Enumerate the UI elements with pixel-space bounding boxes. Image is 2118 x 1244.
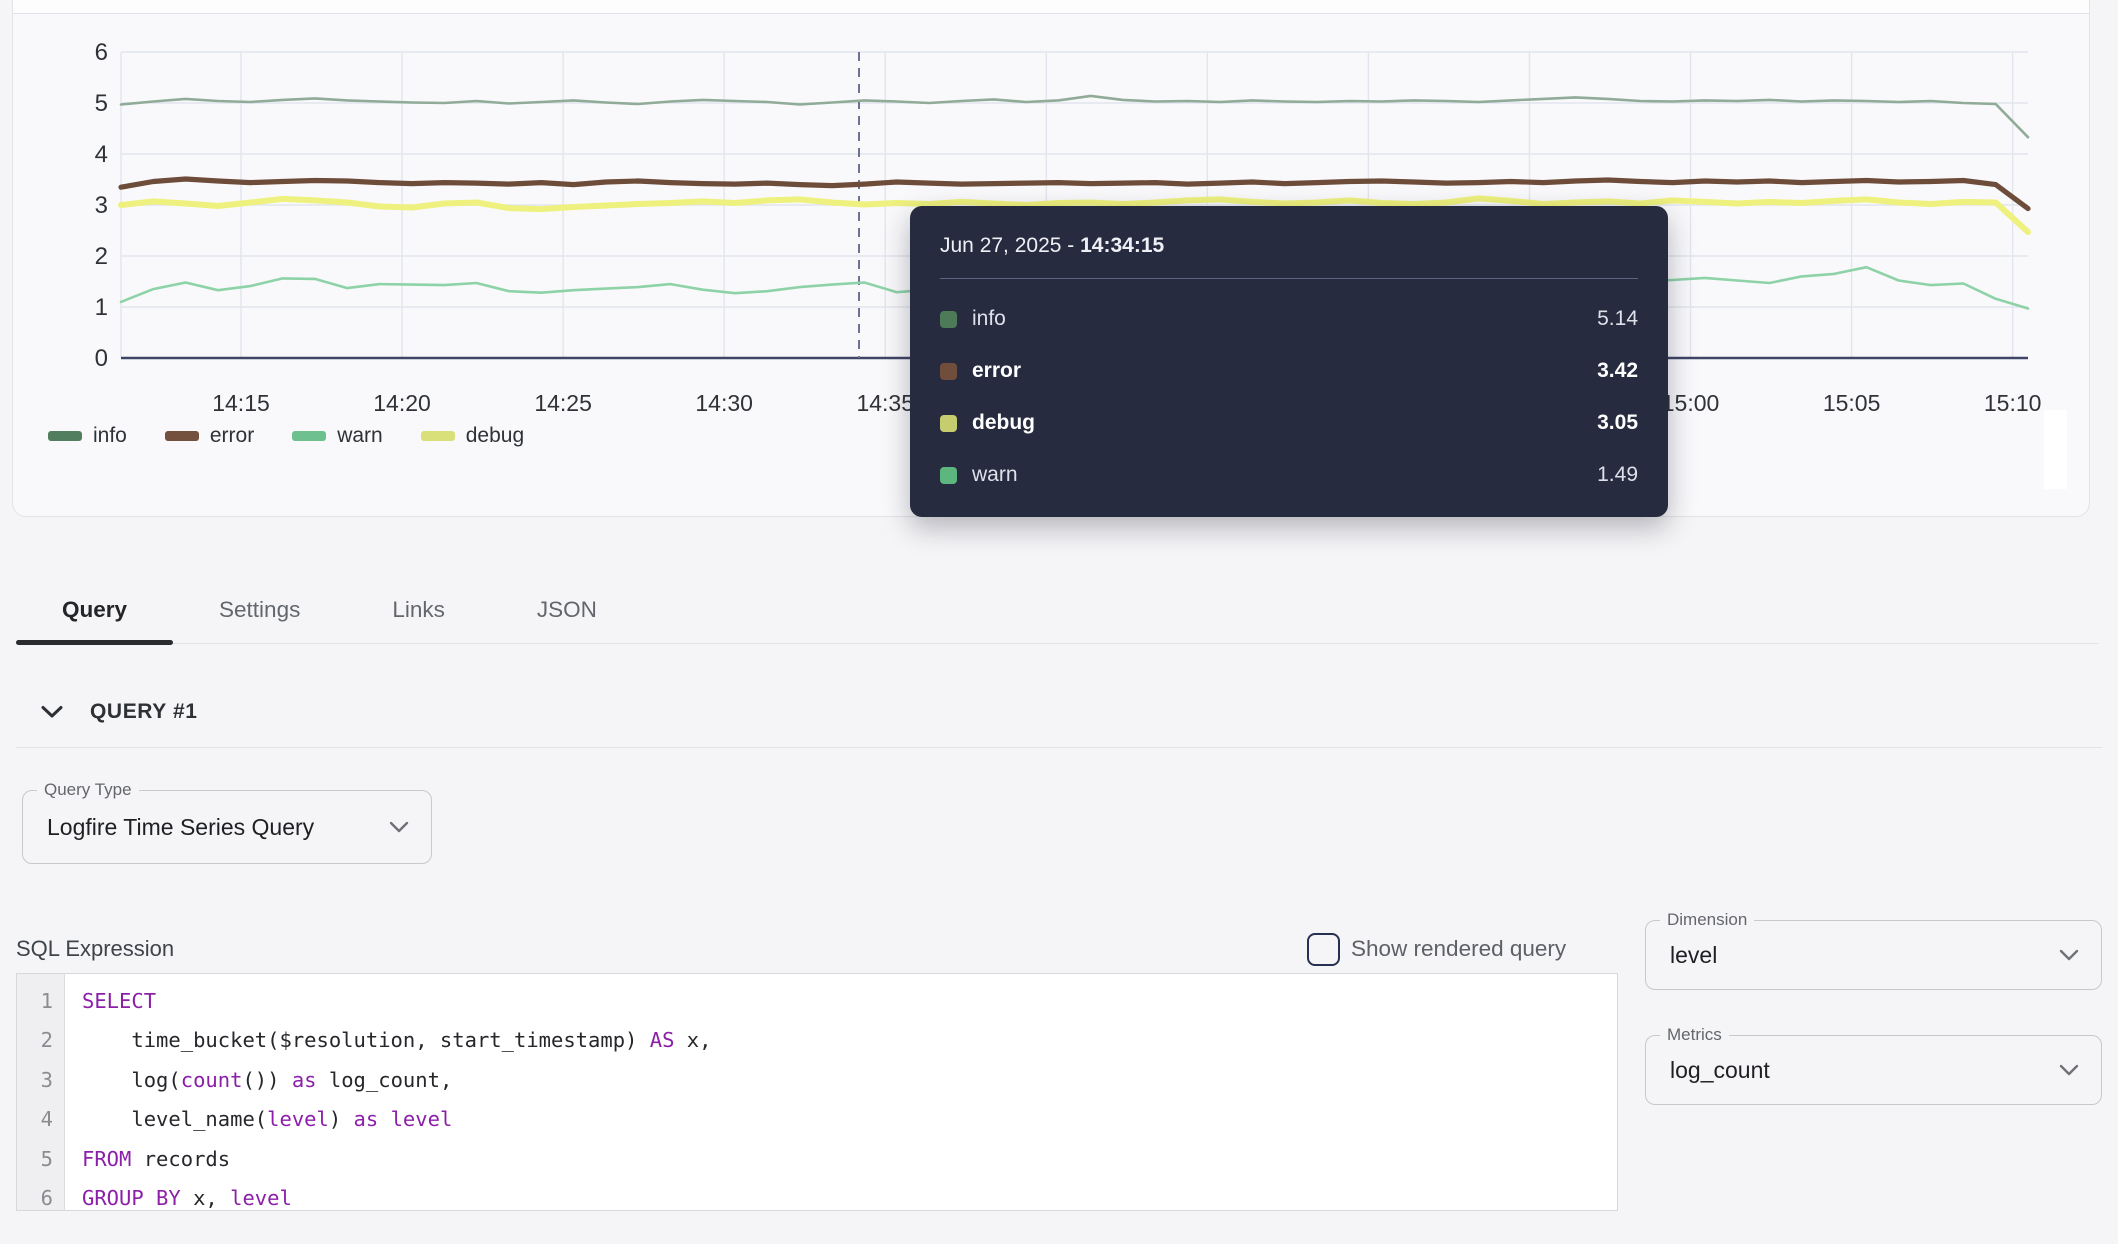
- tab-links[interactable]: Links: [346, 576, 491, 643]
- line-number: 5: [17, 1140, 64, 1179]
- legend-item-error[interactable]: error: [165, 424, 254, 448]
- show-rendered-query-label: Show rendered query: [1351, 936, 1566, 962]
- legend-label: info: [93, 424, 127, 448]
- dimension-select[interactable]: Dimension level: [1645, 920, 2102, 990]
- sql-expression-label: SQL Expression: [16, 936, 174, 962]
- line-number-gutter: 123456: [17, 974, 65, 1210]
- tooltip-timestamp: Jun 27, 2025 - 14:34:15: [940, 234, 1638, 258]
- tooltip-row-info: info 5.14: [910, 293, 1668, 345]
- line-number: 3: [17, 1061, 64, 1100]
- query-section-header[interactable]: QUERY #1: [40, 700, 198, 724]
- svg-text:1: 1: [95, 294, 108, 321]
- tab-json[interactable]: JSON: [491, 576, 643, 643]
- tab-settings[interactable]: Settings: [173, 576, 346, 643]
- tooltip-series-label: info: [972, 307, 1006, 331]
- sql-editor[interactable]: 123456 SELECT time_bucket($resolution, s…: [16, 973, 1618, 1211]
- svg-text:15:00: 15:00: [1662, 390, 1720, 416]
- svg-text:15:05: 15:05: [1823, 390, 1881, 416]
- svg-text:14:20: 14:20: [373, 390, 431, 416]
- show-rendered-query-checkbox[interactable]: [1307, 933, 1340, 966]
- sql-line: GROUP BY x, level: [82, 1179, 711, 1211]
- dimension-value: level: [1670, 942, 1717, 969]
- chevron-down-icon: [389, 821, 409, 833]
- metrics-label: Metrics: [1660, 1025, 1729, 1045]
- svg-text:5: 5: [95, 90, 108, 117]
- tooltip-series-value: 5.14: [1597, 307, 1638, 331]
- tooltip-row-debug: debug 3.05: [910, 397, 1668, 449]
- tooltip-series-label: error: [972, 359, 1021, 383]
- dimension-label: Dimension: [1660, 910, 1754, 930]
- legend-swatch-icon: [48, 431, 82, 441]
- sql-line: FROM records: [82, 1140, 711, 1179]
- sql-line: level_name(level) as level: [82, 1100, 711, 1139]
- svg-text:0: 0: [95, 345, 108, 372]
- tooltip-series-value: 3.05: [1597, 411, 1638, 435]
- series-swatch-icon: [940, 311, 957, 328]
- sql-line: time_bucket($resolution, start_timestamp…: [82, 1021, 711, 1060]
- legend-label: debug: [466, 424, 524, 448]
- tab-query[interactable]: Query: [16, 576, 173, 643]
- line-number: 4: [17, 1100, 64, 1139]
- svg-text:6: 6: [95, 39, 108, 66]
- tooltip-divider: [940, 278, 1638, 279]
- tooltip-row-warn: warn 1.49: [910, 449, 1668, 501]
- legend-swatch-icon: [292, 431, 326, 441]
- legend-item-warn[interactable]: warn: [292, 424, 383, 448]
- query-type-select[interactable]: Query Type Logfire Time Series Query: [22, 790, 432, 864]
- series-swatch-icon: [940, 363, 957, 380]
- query-type-value: Logfire Time Series Query: [47, 814, 314, 841]
- svg-text:14:35: 14:35: [856, 390, 914, 416]
- legend-swatch-icon: [165, 431, 199, 441]
- tooltip-series-value: 1.49: [1597, 463, 1638, 487]
- line-number: 1: [17, 982, 64, 1021]
- svg-text:14:30: 14:30: [695, 390, 753, 416]
- section-divider: [16, 747, 2102, 748]
- metrics-select[interactable]: Metrics log_count: [1645, 1035, 2102, 1105]
- chevron-down-icon: [2059, 1064, 2079, 1076]
- legend-item-info[interactable]: info: [48, 424, 127, 448]
- query-type-label: Query Type: [37, 780, 139, 800]
- series-swatch-icon: [940, 467, 957, 484]
- legend-swatch-icon: [421, 431, 455, 441]
- sql-code: SELECT time_bucket($resolution, start_ti…: [65, 974, 711, 1210]
- series-swatch-icon: [940, 415, 957, 432]
- sql-line: SELECT: [82, 982, 711, 1021]
- tooltip-series-value: 3.42: [1597, 359, 1638, 383]
- svg-text:14:15: 14:15: [212, 390, 270, 416]
- tooltip-row-error: error 3.42: [910, 345, 1668, 397]
- svg-text:4: 4: [95, 141, 108, 168]
- svg-text:15:10: 15:10: [1984, 390, 2042, 416]
- chart-legend: info error warn debug: [48, 424, 524, 448]
- svg-text:14:25: 14:25: [534, 390, 592, 416]
- line-number: 6: [17, 1179, 64, 1211]
- tab-bar: Query Settings Links JSON: [16, 576, 2098, 644]
- query-section-title: QUERY #1: [90, 700, 198, 724]
- legend-label: error: [210, 424, 254, 448]
- tooltip-series-label: debug: [972, 411, 1035, 435]
- svg-text:3: 3: [95, 192, 108, 219]
- tooltip-rows: info 5.14 error 3.42 debug 3.05 warn 1.49: [910, 293, 1668, 501]
- chevron-down-icon[interactable]: [40, 705, 64, 719]
- card-header-strip: [13, 0, 2089, 14]
- line-number: 2: [17, 1021, 64, 1060]
- svg-text:2: 2: [95, 243, 108, 270]
- legend-item-debug[interactable]: debug: [421, 424, 524, 448]
- metrics-value: log_count: [1670, 1057, 1770, 1084]
- tooltip-series-label: warn: [972, 463, 1018, 487]
- sql-line: log(count()) as log_count,: [82, 1061, 711, 1100]
- legend-label: warn: [337, 424, 383, 448]
- chart-tooltip: Jun 27, 2025 - 14:34:15 info 5.14 error 3.4…: [910, 206, 1668, 517]
- scrollbar-thumb[interactable]: [2044, 410, 2067, 489]
- chevron-down-icon: [2059, 949, 2079, 961]
